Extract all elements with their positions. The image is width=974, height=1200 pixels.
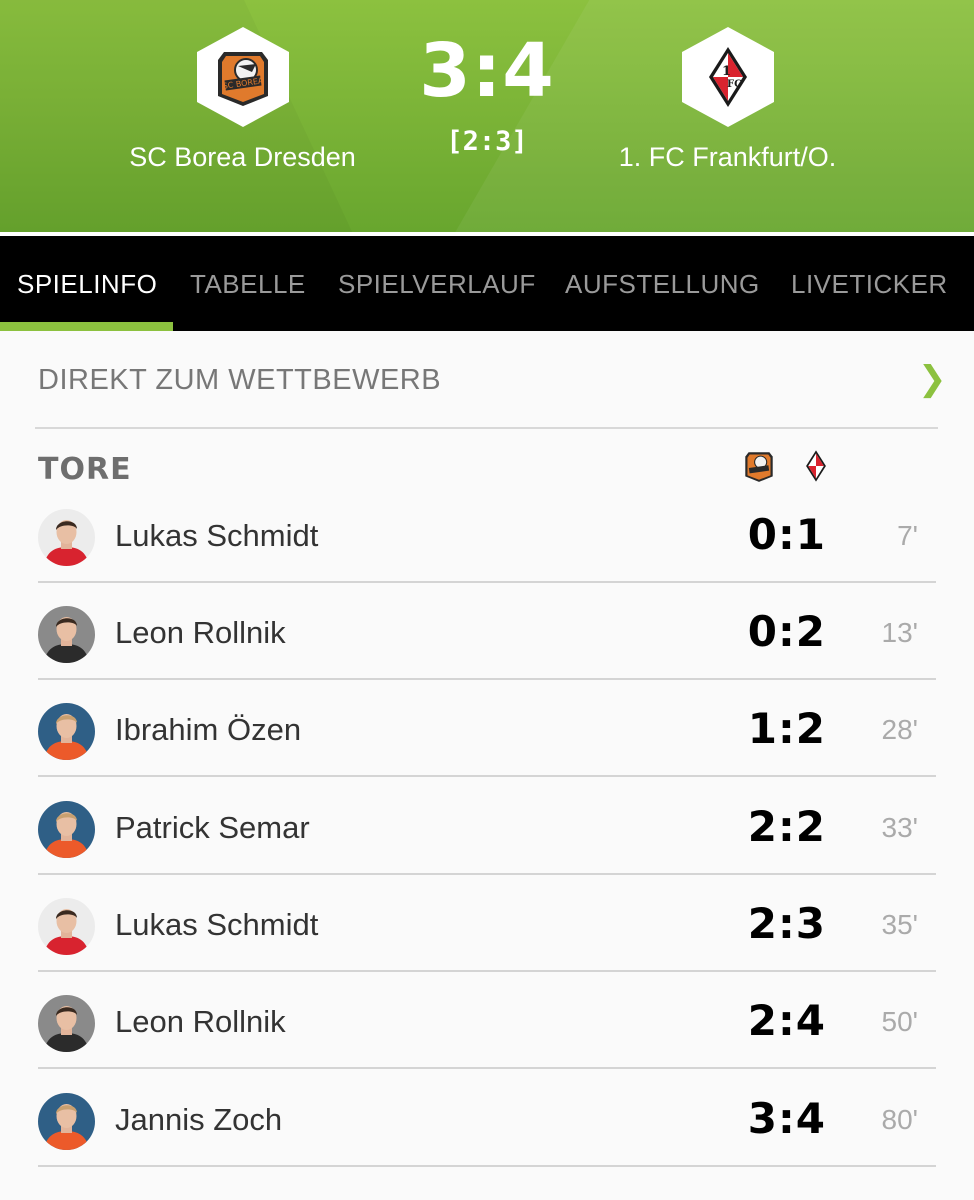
goal-minute: 33' [881,812,919,843]
goal-row[interactable]: Lukas Schmidt 0:1 7' [0,506,974,603]
goal-score: 0:1 [747,510,826,559]
goal-score: 1:2 [747,704,826,753]
goal-scorer: Leon Rollnik [115,1004,286,1039]
goal-scorer: Lukas Schmidt [115,518,319,553]
player-avatar [38,801,95,858]
final-score: 3:4 [419,28,555,114]
section-title-goals: TORE [38,452,132,487]
match-header: SC BOREA 1 FC SC Borea Dresden 3:4 [2:3]… [0,0,974,232]
goal-minute: 13' [881,617,919,648]
fc-frankfurt-crest-icon [798,447,834,485]
goal-row[interactable]: Lukas Schmidt 2:3 35' [0,895,974,992]
goal-score: 3:4 [747,1094,826,1143]
goal-row[interactable]: Leon Rollnik 2:4 50' [0,992,974,1089]
goal-score: 2:2 [747,802,826,851]
player-avatar [38,898,95,955]
goal-score: 0:2 [747,607,826,656]
active-tab-indicator [0,322,173,331]
away-team-name[interactable]: 1. FC Frankfurt/O. [590,142,865,173]
goal-scorer: Ibrahim Özen [115,712,302,747]
competition-link-label: DIREKT ZUM WETTBEWERB [38,364,442,396]
goal-minute: 28' [881,714,919,745]
home-team-name[interactable]: SC Borea Dresden [110,142,375,173]
sc-borea-crest-icon [741,447,777,485]
goal-score: 2:4 [747,996,826,1045]
goal-scorer: Lukas Schmidt [115,907,319,942]
goal-minute: 80' [881,1104,919,1135]
tab-spielverlauf[interactable]: SPIELVERLAUF [338,269,536,300]
goal-row[interactable]: Jannis Zoch 3:4 80' [0,1090,974,1187]
goal-row[interactable]: Ibrahim Özen 1:2 28' [0,700,974,797]
goal-minute: 50' [881,1006,919,1037]
tab-tabelle[interactable]: TABELLE [190,269,306,300]
player-avatar [38,995,95,1052]
divider [38,873,936,875]
tab-aufstellung[interactable]: AUFSTELLUNG [565,269,760,300]
svg-text:1: 1 [722,64,731,79]
goal-scorer: Patrick Semar [115,810,310,845]
chevron-right-icon: ❯ [918,360,947,398]
competition-link[interactable]: DIREKT ZUM WETTBEWERB ❯ [0,331,974,428]
tab-liveticker[interactable]: LIVETICKER [791,269,948,300]
divider [38,581,936,583]
player-avatar [38,509,95,566]
divider [38,775,936,777]
goal-scorer: Leon Rollnik [115,615,286,650]
tab-spielinfo[interactable]: SPIELINFO [17,269,157,300]
divider [38,678,936,680]
divider [38,1165,936,1167]
goal-scorer: Jannis Zoch [115,1102,283,1137]
divider [38,1067,936,1069]
goal-row[interactable]: Leon Rollnik 0:2 13' [0,603,974,700]
goal-minute: 7' [897,520,918,551]
player-avatar [38,703,95,760]
goal-row[interactable]: Patrick Semar 2:2 33' [0,798,974,895]
goal-score: 2:3 [747,899,826,948]
divider [38,970,936,972]
halftime-score: [2:3] [446,126,528,157]
tab-bar: SPIELINFO TABELLE SPIELVERLAUF AUFSTELLU… [0,236,974,331]
header-decoration [0,0,375,232]
divider [35,427,938,429]
player-avatar [38,1093,95,1150]
player-avatar [38,606,95,663]
goal-minute: 35' [881,909,919,940]
svg-text:FC: FC [727,79,742,90]
